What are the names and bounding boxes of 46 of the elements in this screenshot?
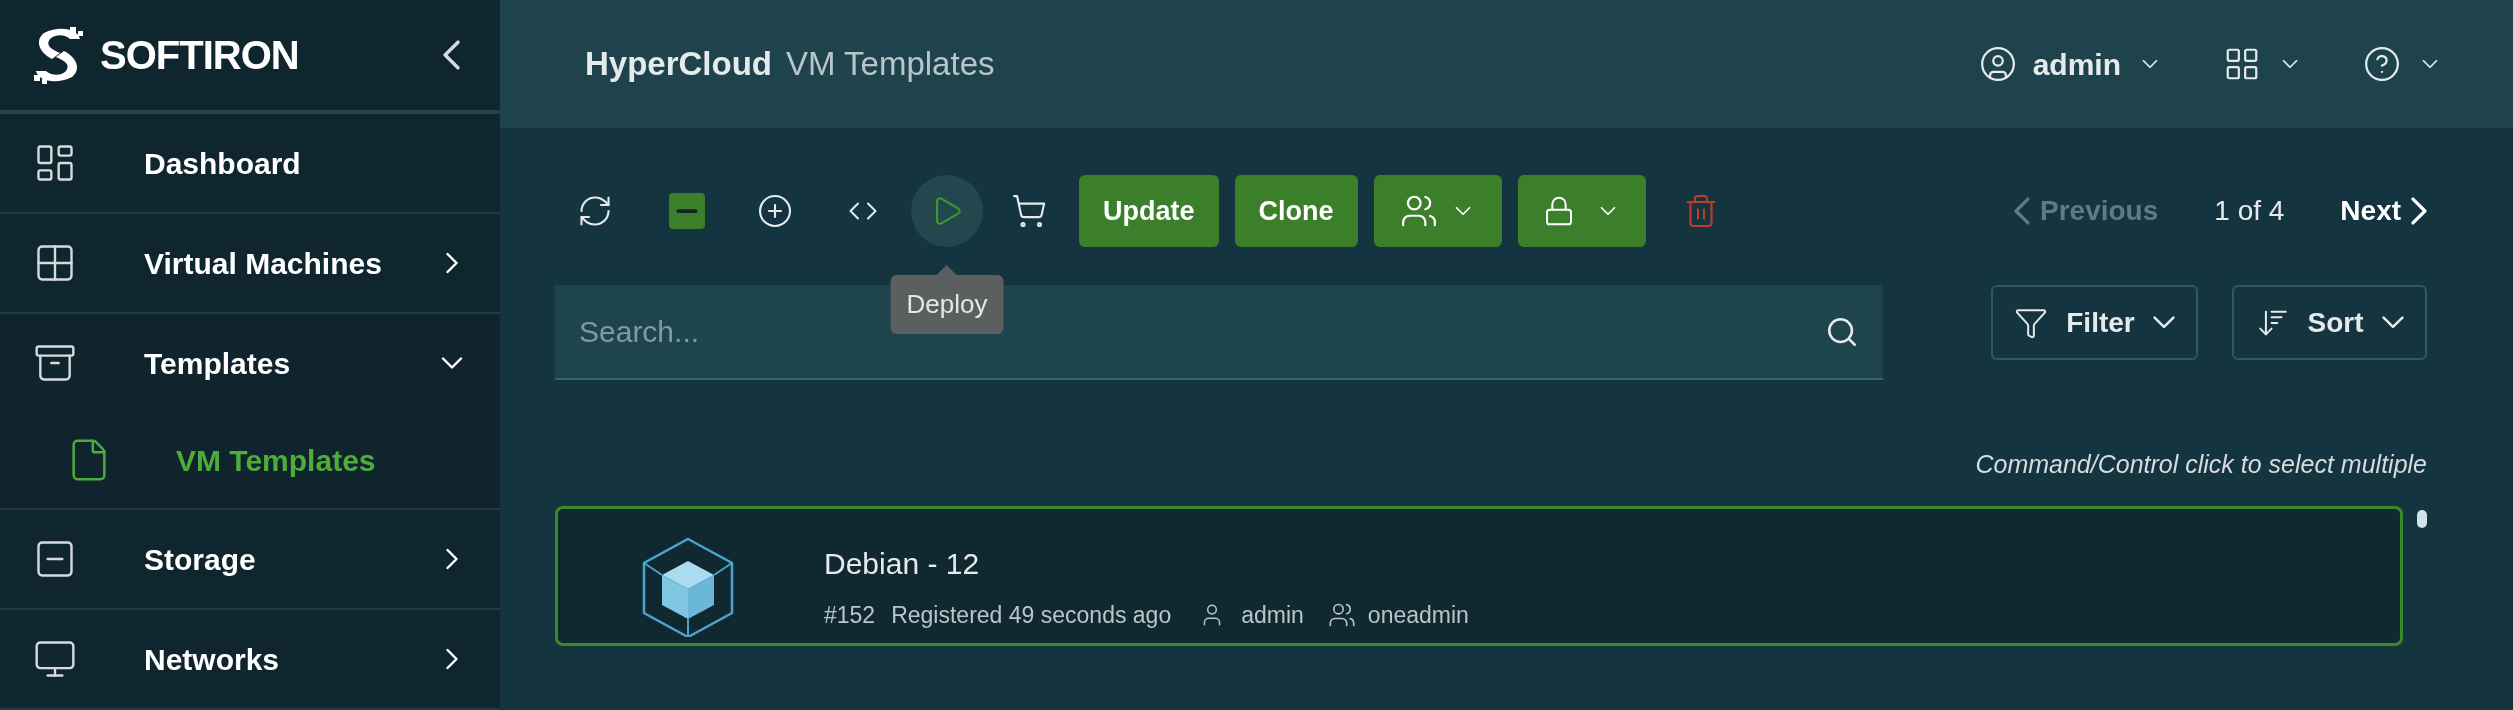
chevron-right-icon xyxy=(2411,197,2427,225)
brand-name: SOFTIRON xyxy=(100,32,300,79)
chevron-left-icon xyxy=(442,40,460,70)
tooltip: Deploy xyxy=(890,265,1004,334)
sidebar-item[interactable]: Dashboard xyxy=(0,114,500,212)
collapse-button[interactable] xyxy=(442,40,460,70)
next-button[interactable]: Next xyxy=(2340,190,2427,232)
sidebar-item[interactable]: Storage xyxy=(0,510,500,608)
sidebar-label: Dashboard xyxy=(144,145,302,182)
sidebar-label: Virtual Machines xyxy=(144,245,383,282)
scrollbar-thumb[interactable] xyxy=(2417,509,2427,528)
sidebar-label: Storage xyxy=(144,541,257,578)
action-button[interactable]: Update xyxy=(1079,175,1219,247)
template-name: Debian - 12 xyxy=(824,545,981,582)
refresh-icon xyxy=(577,193,613,229)
group-name: oneadmin xyxy=(1367,600,1469,630)
owner-name: admin xyxy=(1241,600,1304,630)
search-icon xyxy=(1825,315,1859,349)
submenu-label: VM Templates xyxy=(176,442,376,479)
caret-icon xyxy=(2381,316,2404,329)
template-card[interactable]: Debian - 12 #152 Registered 49 seconds ago admin oneadmin xyxy=(555,505,2403,646)
filter-button[interactable]: Filter xyxy=(1991,285,2198,360)
lock-dropdown[interactable] xyxy=(1517,175,1646,247)
minus-icon xyxy=(669,193,705,229)
sidebar-item[interactable]: Networks xyxy=(0,610,500,708)
chevron-left-icon xyxy=(2014,197,2030,225)
sidebar-item[interactable]: Templates xyxy=(0,314,500,412)
users-dropdown[interactable] xyxy=(1373,175,1502,247)
selection-hint: Command/Control click to select multiple xyxy=(1975,449,2427,480)
caret-icon xyxy=(2152,316,2175,329)
page-title: VM Templates xyxy=(786,44,996,85)
sidebar-label: Templates xyxy=(144,345,292,382)
product-name: HyperCloud xyxy=(585,44,772,85)
action-button[interactable]: Clone xyxy=(1234,175,1358,247)
cart-icon xyxy=(1011,193,1047,229)
template-id: #152 xyxy=(824,600,876,630)
registered-time: Registered 49 seconds ago xyxy=(891,600,1172,630)
sort-button[interactable]: Sort xyxy=(2232,285,2427,360)
submenu-item[interactable]: VM Templates xyxy=(0,412,500,508)
user-menu[interactable]: admin xyxy=(1978,41,2163,87)
sidebar-label: Networks xyxy=(144,641,281,678)
user-icon xyxy=(1978,45,2017,83)
page-indicator: 1 of 4 xyxy=(2214,194,2285,228)
add-icon xyxy=(757,193,793,229)
help-icon xyxy=(2363,45,2401,83)
sidebar-item[interactable]: Virtual Machines xyxy=(0,214,500,312)
